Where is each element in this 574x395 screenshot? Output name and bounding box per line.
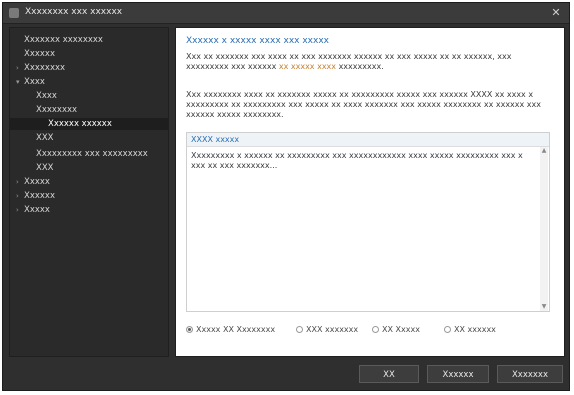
expand-chevron-icon[interactable]: › bbox=[16, 176, 24, 188]
sidebar-item-label: Xxxxxxxx bbox=[36, 105, 78, 115]
radio-indicator[interactable] bbox=[186, 326, 193, 333]
expand-chevron-icon[interactable]: › bbox=[16, 190, 24, 202]
window-title: Xxxxxxxx xxx xxxxxx bbox=[25, 7, 123, 17]
sidebar-item-label: Xxxxxx bbox=[24, 49, 55, 59]
sidebar-item[interactable]: Xxxxxxxx bbox=[10, 104, 168, 116]
editor-label: XXXX xxxxx bbox=[191, 135, 240, 144]
sidebar-item[interactable]: ▾ Xxxx bbox=[10, 76, 168, 88]
sidebar-item-label: Xxxxx bbox=[24, 205, 50, 215]
sidebar-item[interactable]: XXX bbox=[10, 162, 168, 174]
settings-content-panel: Xxxxxx x xxxxx xxxx xxx xxxxx Xxx xx xxx… bbox=[175, 27, 565, 357]
apply-button[interactable]: Xxxxxxx bbox=[497, 365, 563, 383]
sidebar-item-label: Xxxxxx bbox=[24, 191, 55, 201]
radio-label: XX xxxxxx bbox=[454, 325, 496, 334]
sidebar-item-label: Xxxxx bbox=[24, 177, 50, 187]
sidebar-item-label: XXX bbox=[36, 133, 54, 143]
sidebar-item[interactable]: XXX bbox=[10, 132, 168, 144]
dialog-footer: XX Xxxxxx Xxxxxxx bbox=[3, 365, 569, 387]
sidebar-item[interactable]: › Xxxxx bbox=[10, 176, 168, 188]
sidebar-item[interactable]: Xxxxxx xxxxxx bbox=[10, 118, 168, 130]
sidebar-item-label: Xxxxxx xxxxxx bbox=[48, 119, 112, 129]
settings-window: Xxxxxxxx xxx xxxxxx ✕ Xxxxxxx xxxxxxxx Xx… bbox=[2, 2, 570, 391]
sidebar-item[interactable]: › Xxxxxx bbox=[10, 190, 168, 202]
radio-label: XXX xxxxxxx bbox=[306, 325, 359, 334]
close-icon[interactable]: ✕ bbox=[549, 6, 563, 20]
scroll-up-icon[interactable]: ▲ bbox=[540, 147, 548, 155]
app-icon bbox=[9, 8, 19, 18]
radio-indicator[interactable] bbox=[372, 326, 379, 333]
expand-chevron-icon[interactable]: › bbox=[16, 204, 24, 216]
expand-chevron-icon[interactable]: › bbox=[16, 62, 24, 74]
sidebar-item[interactable]: Xxxxxx bbox=[10, 48, 168, 60]
sidebar-item-label: XXX bbox=[36, 163, 54, 173]
ok-button[interactable]: XX bbox=[359, 365, 419, 383]
radio-label: Xxxxx XX Xxxxxxxx bbox=[196, 325, 276, 334]
html-editor[interactable]: XXXX xxxxx Xxxxxxxxx x xxxxxx xx xxxxxxx… bbox=[186, 132, 550, 312]
radio-indicator[interactable] bbox=[296, 326, 303, 333]
description-text-1b: xxxxxxxxx. bbox=[336, 62, 384, 71]
sidebar-item-label: Xxxxxxxx bbox=[24, 63, 66, 73]
radio-indicator[interactable] bbox=[444, 326, 451, 333]
sidebar-item[interactable]: › Xxxxxxxx bbox=[10, 62, 168, 74]
format-radio-option[interactable]: XX xxxxxx bbox=[444, 324, 496, 336]
dialog-body: Xxxxxxx xxxxxxxx Xxxxxx › Xxxxxxxx ▾ Xxxx Xxxx… bbox=[9, 27, 565, 357]
radio-label: XX Xxxxx bbox=[382, 325, 420, 334]
editor-header: XXXX xxxxx bbox=[187, 133, 549, 147]
sidebar-item-label: Xxxx bbox=[36, 91, 57, 101]
title-bar[interactable]: Xxxxxxxx xxx xxxxxx ✕ bbox=[3, 3, 569, 24]
sidebar-item-label: Xxxxxxx xxxxxxxx bbox=[24, 35, 103, 45]
sidebar-item[interactable]: Xxxxxxx xxxxxxxx bbox=[10, 34, 168, 46]
sidebar-item[interactable]: Xxxx bbox=[10, 90, 168, 102]
format-radio-option[interactable]: Xxxxx XX Xxxxxxxx bbox=[186, 324, 275, 336]
scroll-down-icon[interactable]: ▼ bbox=[540, 303, 548, 311]
cancel-button[interactable]: Xxxxxx bbox=[427, 365, 489, 383]
sidebar-item[interactable]: › Xxxxx bbox=[10, 204, 168, 216]
sidebar-item-label: Xxxx bbox=[24, 77, 45, 87]
section-title: Xxxxxx x xxxxx xxxx xxx xxxxx bbox=[186, 36, 329, 46]
format-radio-group: Xxxxx XX Xxxxxxxx XXX xxxxxxx XX Xxxxx XX x… bbox=[186, 324, 556, 336]
description-link[interactable]: xx xxxxx xxxx bbox=[279, 62, 336, 71]
settings-tree: Xxxxxxx xxxxxxxx Xxxxxx › Xxxxxxxx ▾ Xxxx Xxxx… bbox=[9, 27, 169, 357]
format-radio-option[interactable]: XXX xxxxxxx bbox=[296, 324, 358, 336]
expand-chevron-icon[interactable]: ▾ bbox=[16, 76, 24, 88]
sidebar-item[interactable]: Xxxxxxxxx xxx xxxxxxxxx bbox=[10, 148, 168, 160]
description-paragraph-1: Xxx xx xxxxxxx xxx xxxx xx xxx xxxxxxx x… bbox=[186, 52, 554, 72]
editor-content[interactable]: Xxxxxxxxx x xxxxxx xx xxxxxxxxx xxx xxxx… bbox=[191, 151, 531, 171]
description-paragraph-2: Xxx xxxxxxxx xxxx xx xxxxxxx xxxxx xx xx… bbox=[186, 90, 541, 119]
sidebar-item-label: Xxxxxxxxx xxx xxxxxxxxx bbox=[36, 149, 148, 159]
format-radio-option[interactable]: XX Xxxxx bbox=[372, 324, 420, 336]
editor-scrollbar[interactable]: ▲ ▼ bbox=[540, 147, 548, 311]
